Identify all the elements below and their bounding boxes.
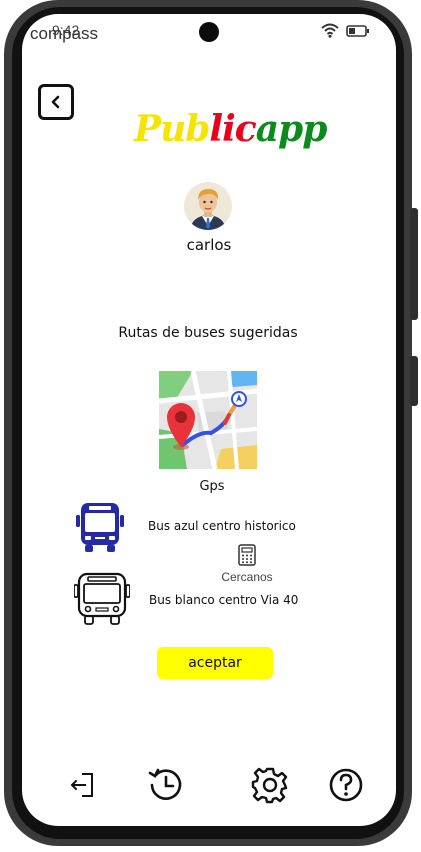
logo-part-1: Pub (134, 108, 210, 150)
gps-label: Gps (199, 479, 225, 494)
wifi-icon (320, 22, 340, 42)
power-button (410, 208, 418, 320)
nearby-button[interactable]: Cercanos (216, 544, 278, 584)
help-icon[interactable] (327, 766, 365, 804)
front-camera (199, 22, 219, 42)
white-bus-icon[interactable] (73, 571, 131, 631)
back-button[interactable] (38, 84, 74, 120)
username: carlos (186, 236, 232, 254)
logo-part-2: lic (209, 108, 256, 150)
accept-button[interactable]: aceptar (157, 647, 273, 679)
route-white-label[interactable]: Bus blanco centro Via 40 (149, 593, 298, 607)
calculator-icon (238, 544, 256, 566)
logo-part-3: app (255, 108, 328, 150)
volume-button (410, 356, 418, 406)
logout-icon[interactable] (64, 766, 102, 804)
gps-map-icon[interactable] (158, 370, 258, 470)
nearby-label: Cercanos (221, 570, 273, 584)
screen: 9:42 compass Publicapp carlos Rutas de b… (22, 14, 396, 826)
app-label: compass (30, 24, 99, 43)
route-blue-label[interactable]: Bus azul centro historico (148, 519, 296, 533)
chevron-left-icon (51, 95, 60, 109)
section-title: Rutas de buses sugeridas (118, 325, 298, 341)
status-icons (320, 22, 370, 42)
history-icon[interactable] (147, 766, 185, 804)
battery-icon (346, 23, 370, 42)
settings-icon[interactable] (251, 766, 289, 804)
avatar[interactable] (184, 182, 232, 230)
blue-bus-icon[interactable] (76, 501, 124, 557)
app-logo: Publicapp (134, 108, 328, 150)
